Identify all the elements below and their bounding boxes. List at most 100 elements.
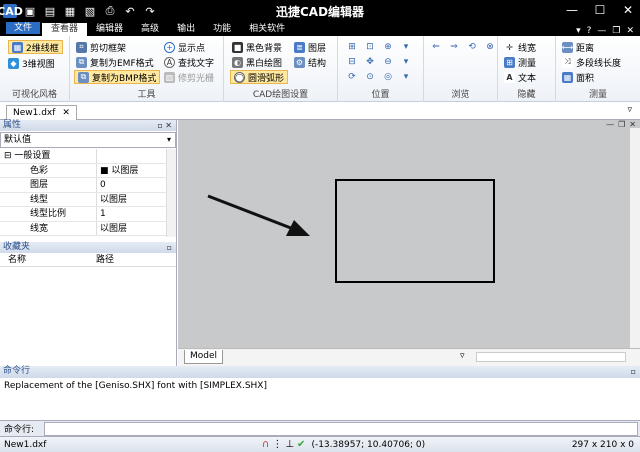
tab-features[interactable]: 功能 [204, 23, 240, 36]
collapse-icon[interactable]: ⊟ [4, 151, 12, 161]
chevron-down-icon[interactable]: ▾ [400, 71, 412, 83]
properties-section[interactable]: ⊟ 一般设置 [0, 149, 176, 164]
points-icon: + [164, 41, 175, 53]
rotate-icon[interactable]: ⟳ [346, 71, 358, 83]
zoom-previous-icon[interactable]: ⊙ [364, 71, 376, 83]
find-text-button[interactable]: A 查找文字 [164, 55, 214, 69]
grid-icon[interactable]: ⋮ [272, 439, 282, 450]
tab-output[interactable]: 输出 [168, 23, 204, 36]
bw-drawing-button[interactable]: ◐ 黑白绘图 [232, 55, 282, 69]
drawing-canvas[interactable]: — ❐ ✕ [178, 120, 640, 348]
zoom-out-icon[interactable]: ⊖ [382, 56, 394, 68]
command-input[interactable] [44, 421, 638, 436]
canvas-horizontal-scrollbar[interactable] [476, 352, 626, 362]
copy-bmp-button[interactable]: ⧉ 复制为BMP格式 [74, 70, 161, 84]
ribbon-minimize-icon[interactable]: — [597, 26, 606, 36]
group-cad-settings: ■ 黑色背景 ◐ 黑白绘图 ◯ 圆滑弧形 ≣ 图层 ⚙ 结构 CAD绘图设置 [224, 36, 338, 102]
tab-file[interactable]: 文件 [4, 20, 43, 36]
pan-icon[interactable]: ✥ [364, 56, 376, 68]
undo-icon[interactable]: ↶ [123, 4, 137, 18]
group-label: 隐藏 [517, 90, 536, 100]
text-button[interactable]: A 文本 [504, 70, 536, 84]
stop-icon[interactable]: ⊗ [484, 41, 496, 53]
table-row[interactable]: 线型比例 1 [0, 207, 176, 222]
column-path[interactable]: 路径 [88, 253, 176, 266]
zoom-fit-icon[interactable]: ⊞ [346, 41, 358, 53]
refresh-icon[interactable]: ⟲ [466, 41, 478, 53]
command-line: 命令行: [0, 420, 640, 436]
pin-icon[interactable]: ▫ ✕ [157, 120, 172, 131]
tab-editor[interactable]: 编辑器 [87, 23, 132, 36]
polyline-icon: ⤨ [562, 56, 573, 68]
smooth-arc-button[interactable]: ◯ 圆滑弧形 [230, 70, 289, 84]
check-icon[interactable]: ✔ [297, 439, 305, 450]
tab-list-icon[interactable]: ▿ [627, 105, 632, 115]
app-icon: CAD [0, 4, 23, 18]
maximize-button[interactable]: ☐ [592, 2, 608, 18]
column-name[interactable]: 名称 [0, 253, 88, 266]
table-row[interactable]: 线宽 以图层 [0, 221, 176, 236]
layers-button[interactable]: ≣ 图层 [294, 40, 326, 54]
help-icon[interactable]: ? [587, 26, 592, 36]
layout-tabs-bar: Model ▿ [178, 348, 640, 366]
properties-scrollbar[interactable] [166, 149, 176, 237]
layout-list-icon[interactable]: ▿ [460, 351, 465, 361]
zoom-in-icon[interactable]: ⊕ [382, 41, 394, 53]
wireframe-2d-button[interactable]: ▦ 2维线框 [8, 40, 63, 54]
show-points-button[interactable]: + 显示点 [164, 40, 205, 54]
pin-icon[interactable]: ▫ [167, 242, 172, 253]
magnet-icon[interactable]: ∩ [262, 439, 269, 450]
area-button[interactable]: ▦ 面积 [562, 70, 594, 84]
new-file-icon[interactable]: ▣ [23, 4, 37, 18]
arrow-left-icon[interactable]: ⇐ [430, 41, 442, 53]
wireframe-icon: ▦ [12, 41, 23, 53]
measure-button[interactable]: ⊞ 测量 [504, 55, 536, 69]
chevron-down-icon[interactable]: ▾ [400, 41, 412, 53]
copy-icon: ⧉ [76, 56, 87, 68]
close-icon[interactable]: ✕ [62, 108, 70, 118]
pin-icon[interactable]: ▫ [631, 366, 636, 377]
ribbon-close-icon[interactable]: ✕ [626, 26, 634, 36]
linewidth-button[interactable]: ✛ 线宽 [504, 40, 536, 54]
tab-advanced[interactable]: 高级 [132, 23, 168, 36]
measure-icon: ⊞ [504, 56, 515, 68]
close-button[interactable]: ✕ [620, 2, 636, 18]
copy-emf-button[interactable]: ⧉ 复制为EMF格式 [76, 55, 154, 69]
polyline-length-button[interactable]: ⤨ 多段线长度 [562, 55, 621, 69]
table-row[interactable]: 线型 以图层 [0, 192, 176, 207]
orbit-icon[interactable]: ◎ [382, 71, 394, 83]
drawn-rectangle[interactable] [335, 179, 495, 283]
arrow-right-icon[interactable]: ⇒ [448, 41, 460, 53]
properties-header: 属性 ▫ ✕ [0, 120, 176, 131]
save-icon[interactable]: ▦ [63, 4, 77, 18]
ribbon-restore-icon[interactable]: ❐ [612, 26, 620, 36]
view-3d-button[interactable]: ◆ 3维视图 [8, 56, 55, 70]
document-tab[interactable]: New1.dxf ✕ [6, 105, 77, 120]
clip-frame-button[interactable]: ⌗ 剪切框架 [76, 40, 126, 54]
trim-raster-button[interactable]: ▨ 修剪光栅 [164, 70, 214, 84]
table-row[interactable]: 图层 0 [0, 178, 176, 193]
zoom-extents-icon[interactable]: ⊟ [346, 56, 358, 68]
minimize-button[interactable]: — [564, 2, 580, 18]
zoom-window-icon[interactable]: ⊡ [364, 41, 376, 53]
ortho-icon[interactable]: ⊥ [285, 439, 294, 450]
canvas-vertical-scrollbar[interactable] [630, 128, 640, 348]
tab-viewer[interactable]: 查看器 [42, 23, 88, 36]
structure-button[interactable]: ⚙ 结构 [294, 55, 326, 69]
group-label: 测量 [588, 90, 607, 100]
style-dropdown-icon[interactable]: ▾ [576, 26, 581, 36]
favorites-panel: 收藏夹 ▫ 名称 路径 [0, 242, 176, 267]
model-tab[interactable]: Model [184, 350, 224, 364]
chevron-down-icon[interactable]: ▾ [400, 56, 412, 68]
status-bar: New1.dxf ∩ ⋮ ⊥ ✔ (-13.38957; 10.40706; 0… [0, 436, 640, 452]
black-background-button[interactable]: ■ 黑色背景 [232, 40, 282, 54]
table-row[interactable]: 色彩 ■ 以图层 [0, 163, 176, 178]
export-icon[interactable]: ▧ [83, 4, 97, 18]
ribbon-tabs: 文件 查看器 编辑器 高级 输出 功能 相关软件 ▾ ? — ❐ ✕ [0, 20, 640, 36]
distance-button[interactable]: ⟷ 距离 [562, 40, 594, 54]
properties-filter-select[interactable]: 默认值 ▾ [0, 132, 176, 148]
open-folder-icon[interactable]: ▤ [43, 4, 57, 18]
redo-icon[interactable]: ↷ [143, 4, 157, 18]
tab-related-software[interactable]: 相关软件 [240, 23, 294, 36]
print-icon[interactable]: ⎙ [103, 4, 117, 18]
